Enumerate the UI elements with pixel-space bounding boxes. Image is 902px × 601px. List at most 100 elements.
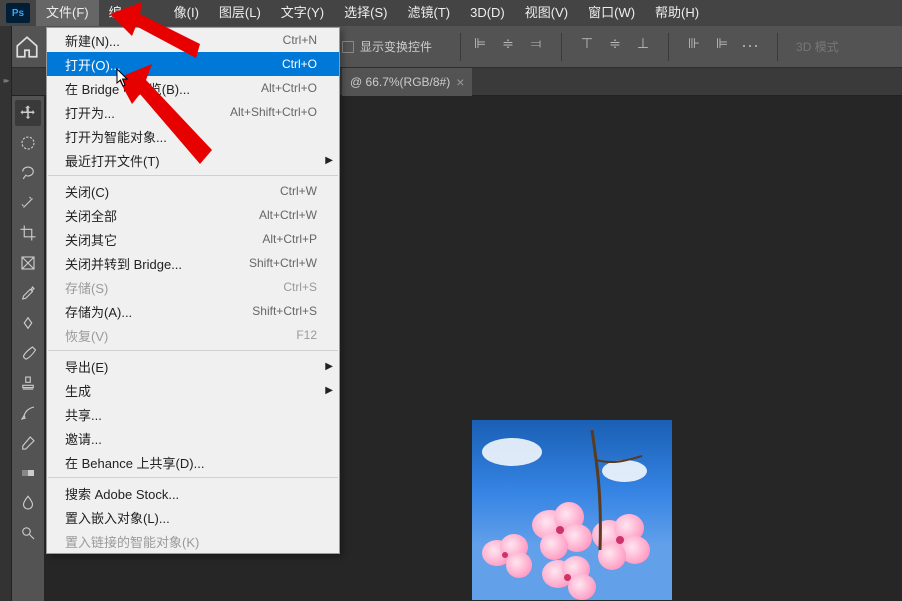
transform-label: 显示变换控件: [360, 38, 432, 55]
menu-item-label: 恢复(V): [65, 326, 108, 345]
stamp-tool-icon[interactable]: [15, 370, 41, 396]
crop-tool-icon[interactable]: [15, 220, 41, 246]
transform-checkbox[interactable]: [342, 41, 354, 53]
eyedropper-tool-icon[interactable]: [15, 280, 41, 306]
menu-item-shortcut: Ctrl+S: [283, 280, 317, 294]
submenu-arrow-icon: ▶: [325, 385, 333, 396]
menu-item-shortcut: Alt+Shift+Ctrl+O: [230, 105, 317, 119]
cursor-icon: [116, 68, 130, 88]
menu-3d[interactable]: 3D(D): [460, 0, 515, 26]
menu-separator: [48, 175, 338, 176]
document-tab[interactable]: @ 66.7%(RGB/8#) ×: [342, 68, 472, 96]
menu-item-shortcut: Alt+Ctrl+P: [262, 232, 317, 246]
menu-item[interactable]: 关闭全部 Alt+Ctrl+W: [47, 203, 339, 227]
dodge-tool-icon[interactable]: [15, 520, 41, 546]
menu-item-label: 共享...: [65, 405, 102, 424]
more-icon[interactable]: ⋯: [741, 36, 761, 57]
menu-item-label: 存储(S): [65, 278, 108, 297]
align-center-h-icon[interactable]: ≑: [497, 33, 519, 55]
menu-window[interactable]: 窗口(W): [578, 0, 645, 26]
gradient-tool-icon[interactable]: [15, 460, 41, 486]
menu-item-label: 导出(E): [65, 357, 108, 376]
menu-item[interactable]: 关闭并转到 Bridge... Shift+Ctrl+W: [47, 251, 339, 275]
menu-item-label: 关闭(C): [65, 182, 109, 201]
eraser-tool-icon[interactable]: [15, 430, 41, 456]
menu-item-label: 邀请...: [65, 429, 102, 448]
menu-item[interactable]: 置入嵌入对象(L)...: [47, 505, 339, 529]
menu-layer[interactable]: 图层(L): [209, 0, 271, 26]
divider: [777, 33, 778, 61]
menu-item-label: 打开为...: [65, 103, 115, 122]
menu-item-shortcut: Alt+Ctrl+O: [261, 81, 317, 95]
menu-separator: [48, 350, 338, 351]
menu-item-shortcut: Alt+Ctrl+W: [259, 208, 317, 222]
menu-type[interactable]: 文字(Y): [271, 0, 334, 26]
healing-tool-icon[interactable]: [15, 310, 41, 336]
submenu-arrow-icon: ▶: [325, 361, 333, 372]
menu-item[interactable]: 存储为(A)... Shift+Ctrl+S: [47, 299, 339, 323]
menu-item-shortcut: F12: [296, 328, 317, 342]
align-top-icon[interactable]: ⊤: [576, 33, 598, 55]
menu-item[interactable]: 在 Behance 上共享(D)...: [47, 450, 339, 474]
divider: [460, 33, 461, 61]
distribute-h-icon[interactable]: ⊪: [683, 33, 705, 55]
menu-view[interactable]: 视图(V): [515, 0, 578, 26]
menu-item[interactable]: 邀请...: [47, 426, 339, 450]
document-image: [472, 420, 672, 600]
move-tool-icon[interactable]: [15, 100, 41, 126]
annotation-arrow-icon: [118, 64, 218, 174]
blur-tool-icon[interactable]: [15, 490, 41, 516]
menu-item-shortcut: Ctrl+N: [283, 33, 317, 47]
menu-file[interactable]: 文件(F): [36, 0, 99, 26]
menu-item[interactable]: 关闭(C) Ctrl+W: [47, 179, 339, 203]
distribute-v-icon[interactable]: ⊫: [711, 33, 733, 55]
wand-tool-icon[interactable]: [15, 190, 41, 216]
panel-rail: ▸▸: [0, 26, 12, 601]
menu-item-label: 置入嵌入对象(L)...: [65, 508, 170, 527]
tab-title: @ 66.7%(RGB/8#): [350, 68, 450, 96]
menu-item-label: 在 Behance 上共享(D)...: [65, 453, 204, 472]
menu-help[interactable]: 帮助(H): [645, 0, 709, 26]
menu-item[interactable]: 关闭其它 Alt+Ctrl+P: [47, 227, 339, 251]
menu-item-shortcut: Shift+Ctrl+W: [249, 256, 317, 270]
menu-item-label: 搜索 Adobe Stock...: [65, 484, 179, 503]
menu-item[interactable]: 共享...: [47, 402, 339, 426]
menu-item-shortcut: Ctrl+W: [280, 184, 317, 198]
menu-item-label: 存储为(A)...: [65, 302, 132, 321]
submenu-arrow-icon: ▶: [325, 155, 333, 166]
expand-icon[interactable]: ▸▸: [0, 26, 11, 85]
align-center-v-icon[interactable]: ≑: [604, 33, 626, 55]
history-brush-tool-icon[interactable]: [15, 400, 41, 426]
ps-logo-icon: Ps: [6, 3, 30, 23]
menu-item-label: 生成: [65, 381, 91, 400]
menu-item-label: 关闭其它: [65, 230, 117, 249]
menu-separator: [48, 477, 338, 478]
lasso-tool-icon[interactable]: [15, 160, 41, 186]
align-left-icon[interactable]: ⊫: [469, 33, 491, 55]
menu-item[interactable]: 导出(E) ▶: [47, 354, 339, 378]
brush-tool-icon[interactable]: [15, 340, 41, 366]
divider: [561, 33, 562, 61]
menu-item-label: 关闭全部: [65, 206, 117, 225]
align-bottom-icon[interactable]: ⊥: [632, 33, 654, 55]
3d-mode-label: 3D 模式: [786, 38, 849, 55]
menu-item-shortcut: Ctrl+O: [282, 57, 317, 71]
home-icon[interactable]: [14, 34, 40, 60]
close-icon[interactable]: ×: [456, 68, 464, 96]
menu-item: 置入链接的智能对象(K): [47, 529, 339, 553]
align-icons: ⊫ ≑ ⫤ ⊤ ≑ ⊥ ⊪ ⊫: [469, 33, 733, 61]
menu-item[interactable]: 生成 ▶: [47, 378, 339, 402]
divider: [668, 33, 669, 61]
menu-filter[interactable]: 滤镜(T): [397, 0, 460, 26]
menu-item-shortcut: Shift+Ctrl+S: [252, 304, 317, 318]
menu-item-label: 关闭并转到 Bridge...: [65, 254, 182, 273]
menu-select[interactable]: 选择(S): [334, 0, 397, 26]
toolbox: [12, 96, 44, 546]
annotation-arrow-icon: [110, 2, 210, 62]
align-right-icon[interactable]: ⫤: [525, 33, 547, 55]
menu-item: 恢复(V) F12: [47, 323, 339, 347]
menu-item-label: 置入链接的智能对象(K): [65, 532, 199, 551]
marquee-tool-icon[interactable]: [15, 130, 41, 156]
menu-item[interactable]: 搜索 Adobe Stock...: [47, 481, 339, 505]
frame-tool-icon[interactable]: [15, 250, 41, 276]
